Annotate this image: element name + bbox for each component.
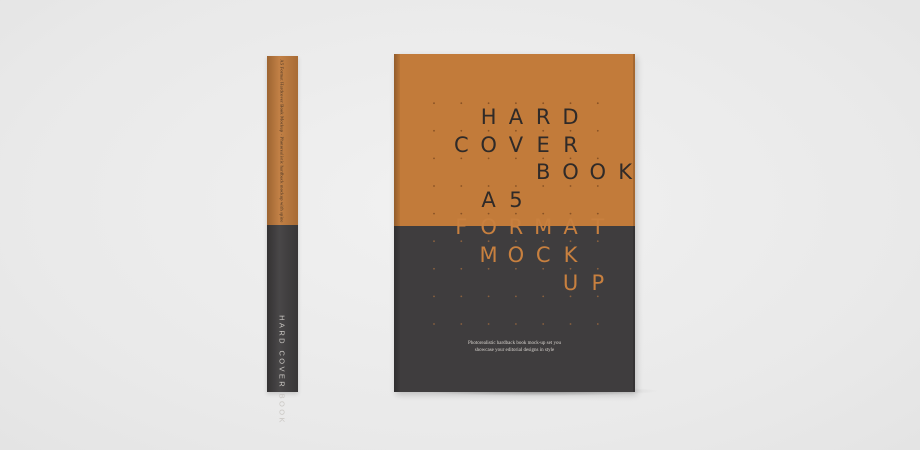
cover-title-letter: O [480, 132, 497, 157]
cover-title-letter: K [618, 160, 632, 185]
cover-title-letter: F [455, 215, 468, 240]
cover-edge [633, 54, 635, 392]
cover-title-row: A5 [394, 185, 635, 215]
cover-title-row: UP [394, 268, 635, 298]
cover-title-letter: A [481, 187, 496, 212]
cover-title-letter: B [535, 160, 551, 185]
cover-title-letter: O [480, 215, 497, 240]
grid-dot [596, 323, 599, 325]
cover-title-letter: P [591, 270, 605, 295]
grid-dot [460, 323, 463, 325]
cover-title-row: MOCK [394, 240, 635, 270]
cover-title-letter: O [562, 160, 579, 185]
cover-title-letter: O [589, 160, 607, 185]
cover-title-letter: C [453, 132, 469, 157]
mockup-scene: A5 Format Hardcover Book Mockup · Photor… [0, 0, 920, 450]
tagline-line-1: Photorealistic hardback book mock-up set… [468, 341, 561, 346]
book-front-cover: HARDCOVERBOOKA5FORMATMOCKUP Photorealist… [394, 54, 635, 392]
cover-title-letter: U [562, 270, 579, 295]
cover-title-letter: M [479, 243, 498, 267]
grid-dot [515, 323, 517, 325]
cover-title-row: FORMAT [394, 212, 635, 242]
tagline-line-2: showcase your editorial designs in style [474, 348, 555, 353]
cover-title-letter: C [535, 243, 551, 267]
cover-title-letter: A [508, 105, 524, 129]
cover-title-letter: R [563, 132, 578, 157]
cover-title-letter: O [507, 243, 525, 267]
cover-title-letter: M [534, 215, 553, 240]
cover-title-row: HARD [394, 102, 635, 132]
cover-title-row: BOOK [394, 157, 635, 187]
book-spine: A5 Format Hardcover Book Mockup · Photor… [267, 56, 298, 425]
cover-title-letter: H [480, 105, 497, 129]
cover-title-letter: T [591, 215, 605, 240]
grid-dot [569, 323, 572, 325]
spine-subtitle: A5 Format Hardcover Book Mockup · Photor… [279, 59, 285, 223]
grid-dot [433, 323, 435, 325]
cover-title-letter: R [508, 215, 524, 240]
cover-title-letter: A [563, 215, 578, 240]
cover-title-letter: D [562, 105, 579, 129]
cover-title-letter: K [563, 243, 578, 267]
cover-title-letter: V [508, 132, 524, 157]
cover-title-letter: R [535, 105, 551, 129]
cover-tagline: Photorealistic hardback book mock-up set… [394, 340, 635, 354]
cover-hinge-shade [394, 54, 400, 392]
cover-title-letter: E [536, 132, 550, 157]
cover-title-letter: 5 [509, 187, 523, 212]
grid-dot [542, 323, 545, 325]
grid-dot [487, 323, 490, 325]
cover-title-row: COVER [394, 130, 635, 160]
spine-title: HARD COVER BOOK [277, 315, 287, 425]
